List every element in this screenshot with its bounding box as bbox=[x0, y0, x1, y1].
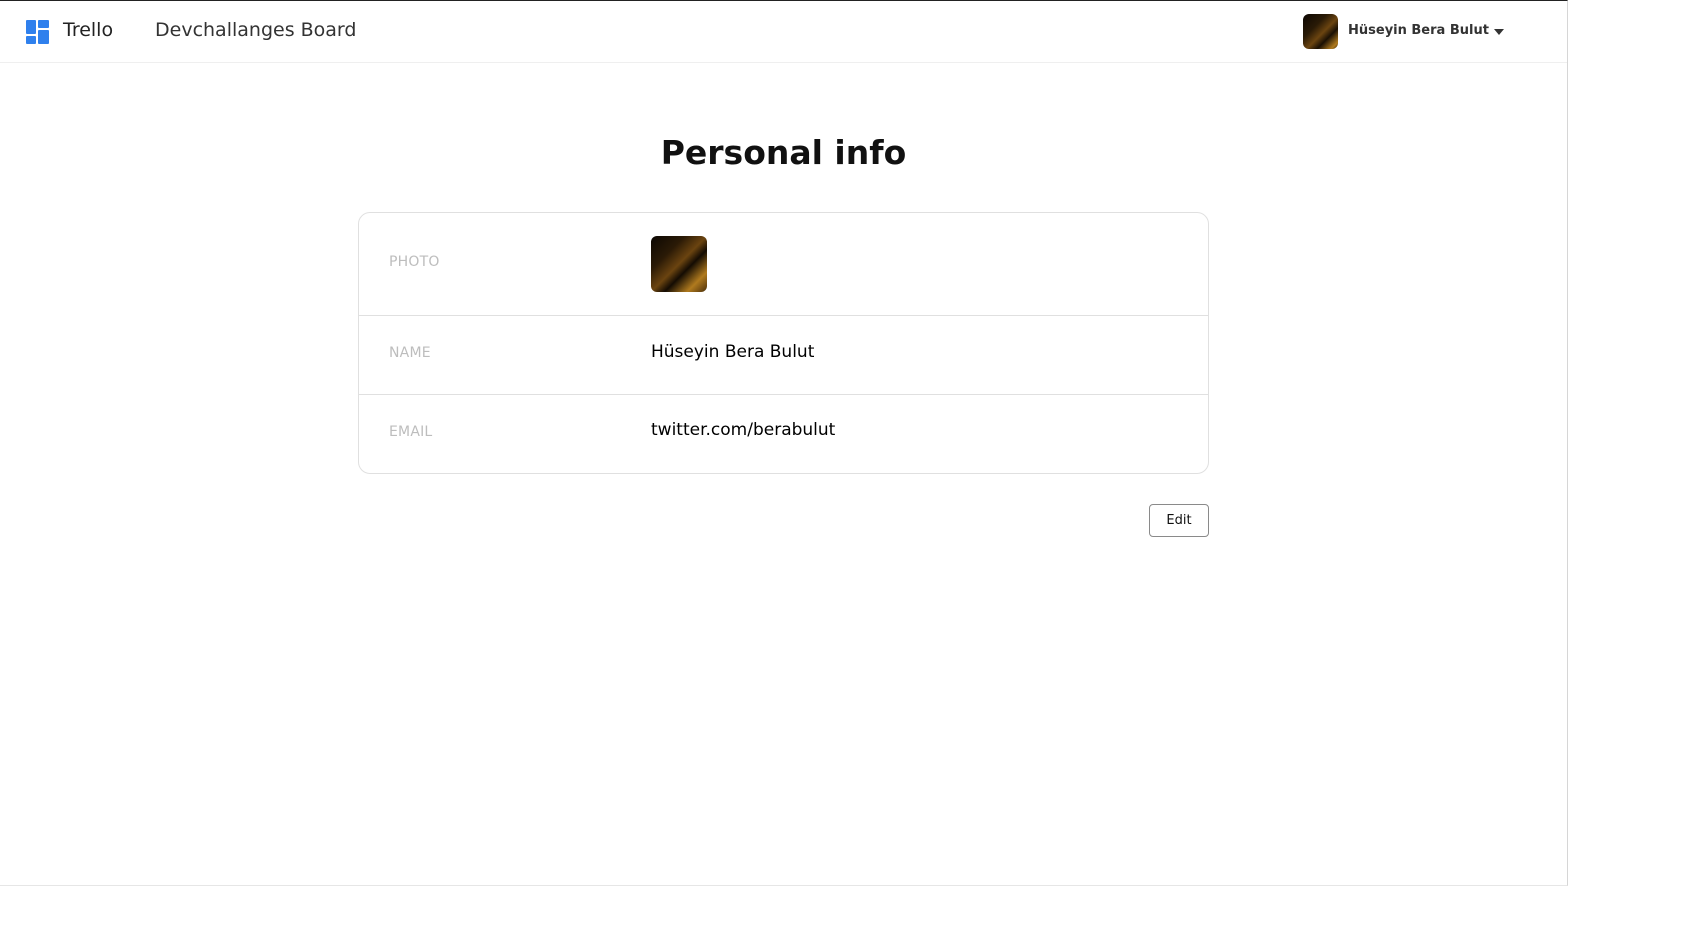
avatar bbox=[1303, 14, 1338, 49]
trello-logo-icon[interactable] bbox=[26, 20, 50, 44]
name-label: NAME bbox=[389, 345, 431, 361]
email-row: EMAIL twitter.com/berabulut bbox=[359, 395, 1208, 473]
top-navbar: Trello Devchallanges Board Hüseyin Bera … bbox=[0, 1, 1567, 63]
edit-button[interactable]: Edit bbox=[1149, 504, 1209, 537]
user-name: Hüseyin Bera Bulut bbox=[1348, 23, 1489, 38]
brand-name[interactable]: Trello bbox=[63, 19, 113, 41]
caret-down-icon[interactable] bbox=[1494, 29, 1504, 35]
user-menu-button[interactable]: Hüseyin Bera Bulut bbox=[1303, 14, 1513, 50]
profile-photo bbox=[651, 236, 707, 292]
page-title: Personal info bbox=[660, 133, 907, 172]
personal-info-card: PHOTO NAME Hüseyin Bera Bulut EMAIL twit… bbox=[358, 212, 1209, 474]
app-window: Trello Devchallanges Board Hüseyin Bera … bbox=[0, 0, 1568, 886]
email-label: EMAIL bbox=[389, 424, 433, 440]
board-title: Devchallanges Board bbox=[155, 19, 357, 41]
email-value: twitter.com/berabulut bbox=[651, 420, 836, 440]
name-value: Hüseyin Bera Bulut bbox=[651, 342, 815, 362]
photo-label: PHOTO bbox=[389, 254, 440, 270]
photo-row: PHOTO bbox=[359, 213, 1208, 316]
name-row: NAME Hüseyin Bera Bulut bbox=[359, 316, 1208, 395]
